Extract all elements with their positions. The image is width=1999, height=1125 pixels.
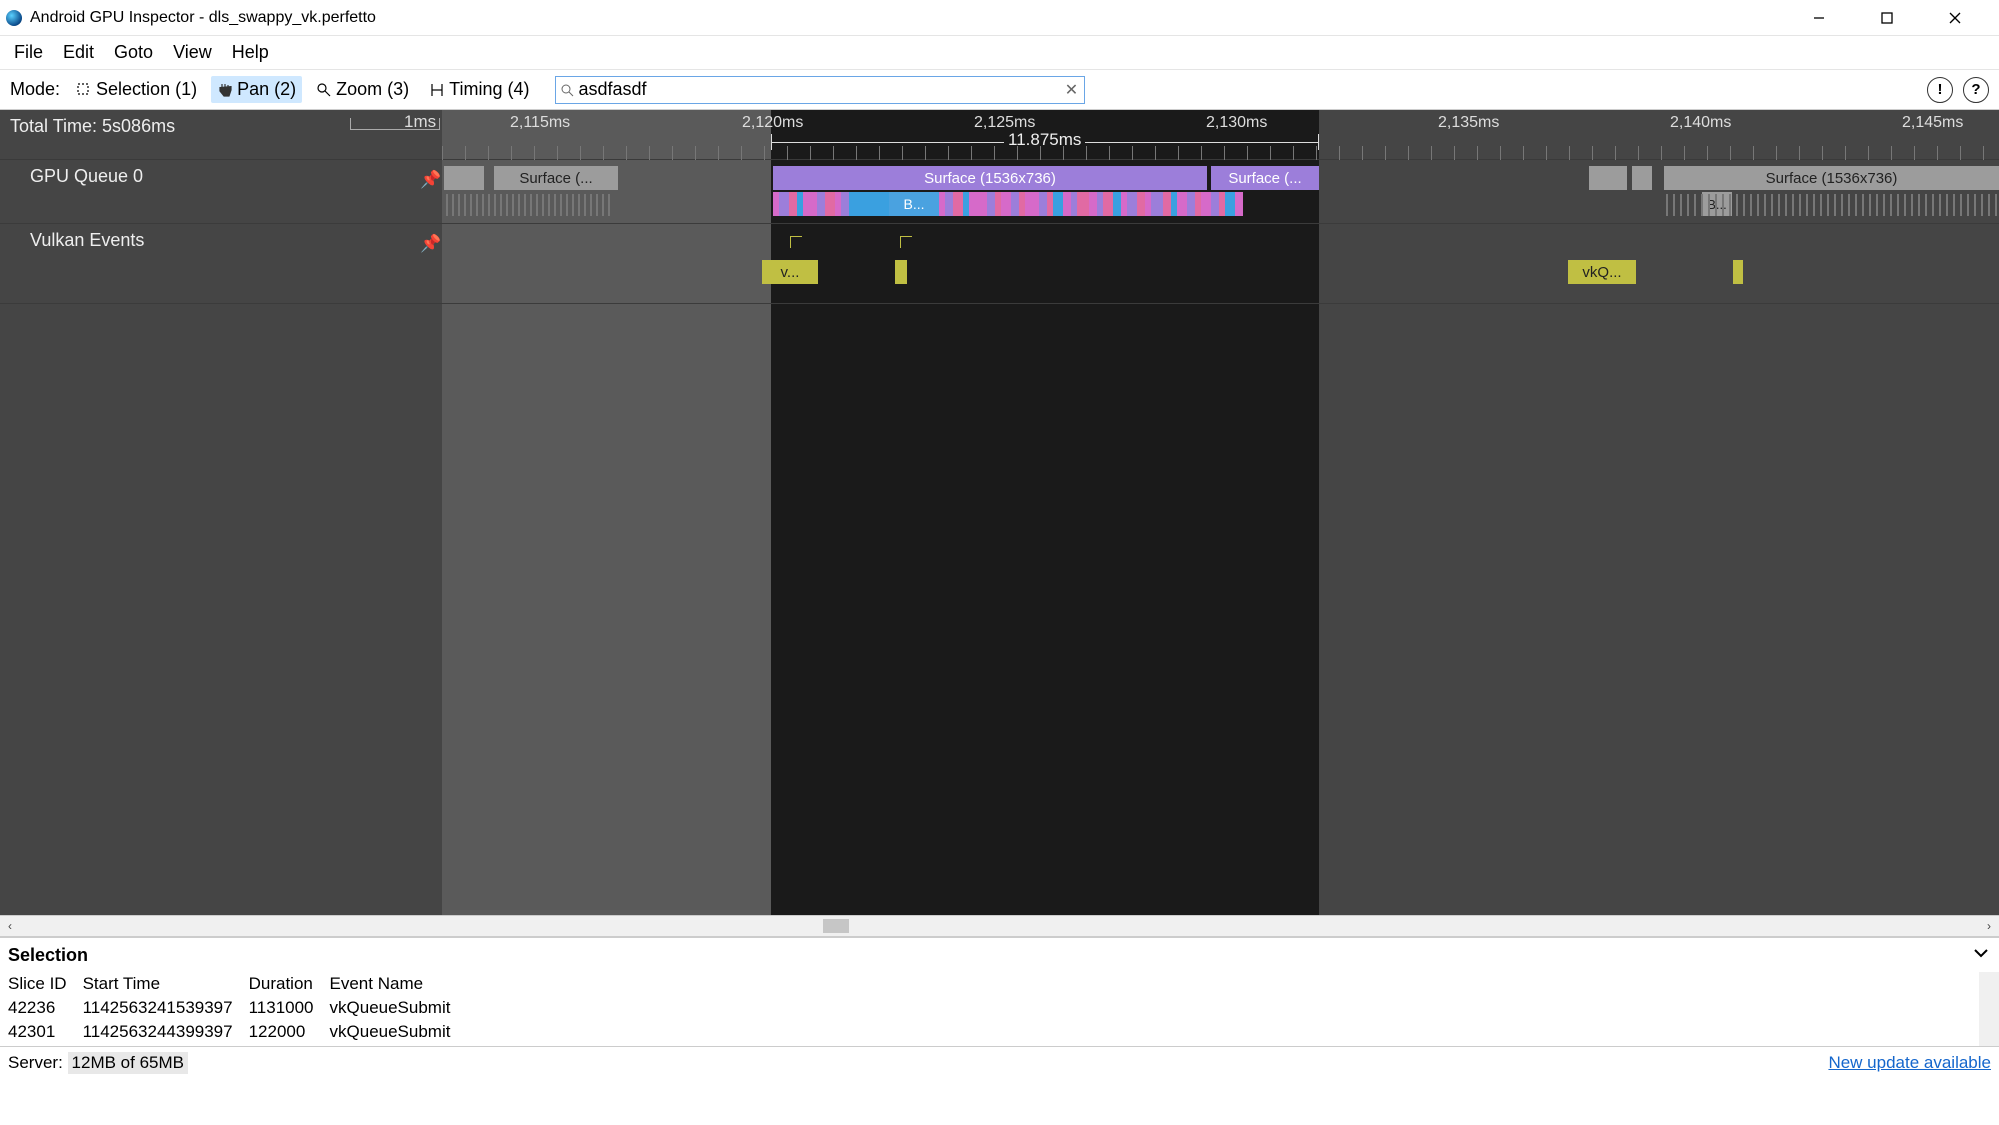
track-label: Vulkan Events [30,230,144,251]
toolbar: Mode: Selection (1) Pan (2) Zoom (3) Tim… [0,70,1999,110]
mode-timing[interactable]: Timing (4) [423,76,535,103]
search-input[interactable] [578,77,1058,103]
table-row[interactable]: 42301 1142563244399397 122000 vkQueueSub… [0,1020,458,1044]
menu-view[interactable]: View [165,38,220,67]
scroll-left-button[interactable]: ‹ [0,919,20,933]
selection-title: Selection [8,945,88,966]
timing-icon [429,82,445,98]
selection-table[interactable]: Slice ID Start Time Duration Event Name … [0,972,1999,1046]
slice-vulkan-event[interactable]: vkQ... [1568,260,1636,284]
track-vulkan-events[interactable]: Vulkan Events 📌 v... vkQ... [0,224,1999,304]
titlebar: Android GPU Inspector - dls_swappy_vk.pe… [0,0,1999,36]
timeline[interactable]: Total Time: 5s086ms 1ms 2,115ms 2,120ms … [0,110,1999,915]
menu-help[interactable]: Help [224,38,277,67]
track-gpu-queue-0[interactable]: GPU Queue 0 📌 Surface (... Surface (1536… [0,160,1999,224]
tick-label: 2,145ms [1902,114,1963,132]
status-bar: Server: 12MB of 65MB New update availabl… [0,1046,1999,1078]
scroll-thumb[interactable] [823,919,849,933]
tick-label: 2,140ms [1670,114,1731,132]
selection-panel: Selection Slice ID Start Time Duration E… [0,937,1999,1046]
mode-selection[interactable]: Selection (1) [70,76,203,103]
app-icon [6,10,22,26]
slice-surface-purple[interactable]: Surface (... [1211,166,1319,190]
selection-icon [76,82,92,98]
arrow-icon [790,236,802,248]
slice-vulkan-event[interactable]: v... [762,260,818,284]
slice-gray[interactable] [1632,166,1652,190]
search-clear-button[interactable]: ✕ [1058,80,1084,100]
search-box: ✕ [555,76,1085,104]
total-time-label: Total Time: 5s086ms [10,116,175,137]
slice-surface-gray[interactable]: Surface (... [494,166,618,190]
window-title: Android GPU Inspector - dls_swappy_vk.pe… [30,9,376,27]
tick-label: 2,130ms [1206,114,1267,132]
scroll-right-button[interactable]: › [1979,919,1999,933]
arrow-icon [900,236,912,248]
pin-icon[interactable]: 📌 [420,234,441,254]
mode-pan[interactable]: Pan (2) [211,76,302,103]
server-label: Server: [8,1053,63,1073]
pin-icon[interactable]: 📌 [420,170,441,190]
mode-zoom[interactable]: Zoom (3) [310,76,415,103]
slice-surface-purple[interactable]: Surface (1536x736) [773,166,1207,190]
memory-usage: 12MB of 65MB [68,1052,188,1074]
menu-edit[interactable]: Edit [55,38,102,67]
tick-label: 2,120ms [742,114,803,132]
tick-label: 2,115ms [510,114,570,132]
vertical-scrollbar[interactable] [1979,972,1999,1046]
table-row[interactable]: 42236 1142563241539397 1131000 vkQueueSu… [0,996,458,1020]
scale-label: 1ms [404,112,436,132]
info-button[interactable]: ! [1927,77,1953,103]
tick-label: 2,135ms [1438,114,1499,132]
minimize-button[interactable] [1799,6,1839,30]
table-header: Slice ID Start Time Duration Event Name [0,972,458,996]
slice-surface-gray[interactable] [444,166,484,190]
menu-file[interactable]: File [6,38,51,67]
track-label: GPU Queue 0 [30,166,143,187]
zoom-icon [316,82,332,98]
horizontal-scrollbar[interactable]: ‹ › [0,915,1999,937]
time-ruler[interactable]: Total Time: 5s086ms 1ms 2,115ms 2,120ms … [0,110,1999,160]
slice-surface-gray[interactable]: Surface (1536x736) [1664,166,1999,190]
search-icon [556,83,578,97]
slice-vulkan-event[interactable] [895,260,907,284]
pan-icon [217,82,233,98]
menu-goto[interactable]: Goto [106,38,161,67]
mode-label: Mode: [10,79,60,100]
slice-gray[interactable]: B... [1702,192,1732,216]
update-link[interactable]: New update available [1828,1053,1991,1073]
menubar: File Edit Goto View Help [0,36,1999,70]
barcode-colored [773,192,1319,216]
maximize-button[interactable] [1867,6,1907,30]
slice-vulkan-event[interactable] [1733,260,1743,284]
slice-gray[interactable] [1589,166,1627,190]
help-button[interactable]: ? [1963,77,1989,103]
close-button[interactable] [1935,6,1975,30]
collapse-panel-button[interactable] [1971,943,1991,968]
